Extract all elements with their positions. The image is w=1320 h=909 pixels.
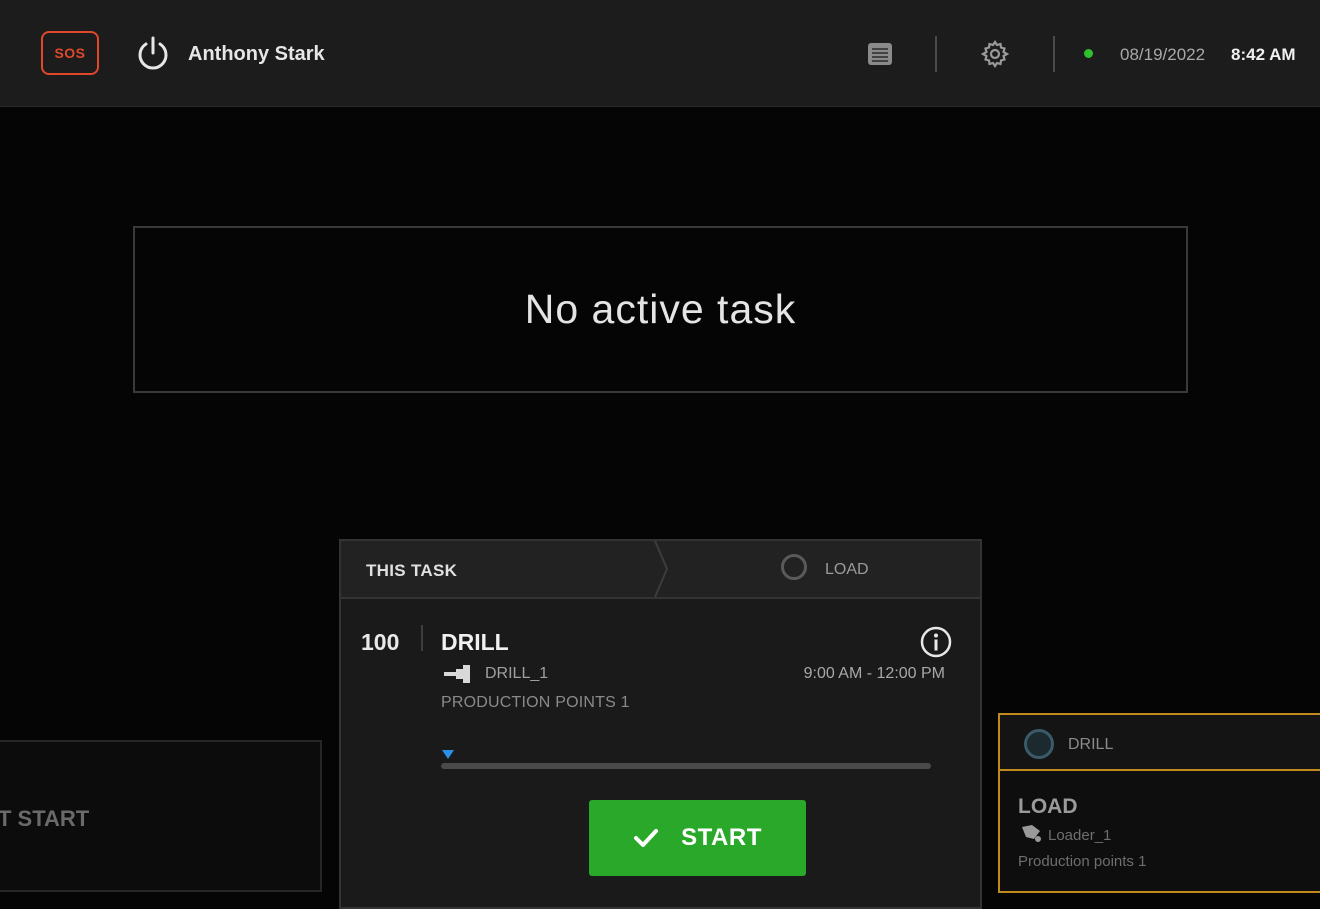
menu-list-icon[interactable] [866,40,894,68]
next-task-head-label: DRILL [1068,736,1114,753]
next-task-tool-name: Loader_1 [1048,827,1112,844]
next-task-card-header: DRILL [1000,715,1320,771]
task-number-divider [421,625,423,651]
task-number: 100 [361,629,400,655]
current-time: 8:42 AM [1231,45,1296,64]
drill-icon [444,665,470,683]
header-divider [1053,36,1055,72]
drill-status-circle [1024,729,1054,759]
sos-button[interactable]: SOS [41,31,99,75]
current-task-card: THIS TASK LOAD 100 DRILL DRILL_1 9:00 AM… [339,539,982,909]
next-task-production-points: Production points 1 [1018,853,1147,870]
previous-task-label: T START [0,806,90,831]
chevron-divider-icon [654,541,669,597]
next-task-status-circle [781,554,807,580]
connection-status-dot [1084,49,1093,58]
header-divider [935,36,937,72]
power-icon[interactable] [134,35,172,73]
task-name: DRILL [441,629,509,655]
start-button[interactable]: START [589,800,806,876]
task-production-points: PRODUCTION POINTS 1 [441,694,630,711]
task-time-range: 9:00 AM - 12:00 PM [803,665,945,682]
top-bar: SOS Anthony Stark 08/19/2022 8:42 AM [0,0,1320,107]
progress-marker [442,750,454,759]
info-icon[interactable] [919,625,953,659]
check-icon [634,829,659,847]
tab-this-task[interactable]: THIS TASK [366,561,457,581]
no-active-task-panel: No active task [133,226,1188,393]
previous-task-card[interactable]: T START [0,740,322,892]
gear-icon[interactable] [981,40,1009,68]
no-active-task-text: No active task [524,286,797,332]
task-card-header: THIS TASK LOAD [341,541,980,599]
loader-icon [1022,825,1041,842]
next-task-card[interactable]: DRILL LOAD Loader_1 Production points 1 [998,713,1320,893]
user-name: Anthony Stark [188,43,325,65]
start-button-label: START [681,824,762,851]
tab-next-task[interactable]: LOAD [825,561,869,579]
current-date: 08/19/2022 [1120,45,1206,64]
task-progress-bar [441,763,931,769]
task-tool-name: DRILL_1 [485,665,549,682]
next-task-title: LOAD [1018,795,1078,818]
